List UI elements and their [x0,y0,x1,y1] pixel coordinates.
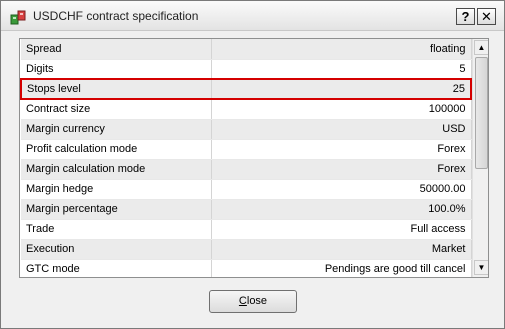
help-button[interactable]: ? [456,8,475,25]
title-bar[interactable]: USDCHF contract specification ? ✕ [1,1,504,31]
contract-spec-dialog: USDCHF contract specification ? ✕ Spread… [0,0,505,329]
spec-value: 50000.00 [211,179,472,200]
scroll-thumb[interactable] [475,57,488,169]
table-row[interactable]: Execution Market [21,239,472,260]
spec-key: Profit calculation mode [21,139,212,160]
app-icon [10,10,26,25]
spec-value: 100000 [211,99,472,120]
vertical-scrollbar[interactable]: ▲ ▼ [472,39,488,277]
close-window-button[interactable]: ✕ [477,8,496,25]
table-row[interactable]: Margin hedge 50000.00 [21,179,472,200]
table-row[interactable]: Margin calculation mode Forex [21,159,472,180]
spec-key: Spread [21,39,212,60]
close-button-mnemonic: C [238,295,247,307]
spec-key: Execution [21,239,212,260]
spec-key: Margin hedge [21,179,212,200]
spec-value: Pendings are good till cancel [211,259,472,277]
spec-value: 25 [211,78,472,100]
spec-key: Stops level [20,78,212,100]
table-row[interactable]: Digits 5 [21,59,472,80]
table-row[interactable]: Trade Full access [21,219,472,240]
table-row[interactable]: Margin percentage 100.0% [21,199,472,220]
spec-key: Margin percentage [21,199,212,220]
table-row[interactable]: Margin currency USD [21,119,472,140]
scroll-up-icon[interactable]: ▲ [474,40,488,55]
spec-key: GTC mode [21,259,212,277]
spec-value: Market [211,239,472,260]
spec-value: 5 [211,59,472,80]
spec-table: Spread floating Digits 5 Stops level 25 Contra… [20,39,472,277]
spec-value: 100.0% [211,199,472,220]
spec-value: Forex [211,159,472,180]
scroll-down-icon[interactable]: ▼ [474,260,488,275]
table-row[interactable]: Stops level 25 [20,78,472,100]
spec-key: Margin currency [21,119,212,140]
spec-value: USD [211,119,472,140]
table-row[interactable]: Profit calculation mode Forex [21,139,472,160]
spec-key: Contract size [21,99,212,120]
spec-key: Digits [21,59,212,80]
close-button-label: lose [246,295,268,307]
close-button[interactable]: Close [209,290,297,313]
spec-value: Forex [211,139,472,160]
table-row[interactable]: Spread floating [21,39,472,60]
table-row[interactable]: GTC mode Pendings are good till cancel [21,259,472,277]
table-row[interactable]: Contract size 100000 [21,99,472,120]
spec-value: Full access [211,219,472,240]
window-title: USDCHF contract specification [33,9,199,23]
spec-grid: Spread floating Digits 5 Stops level 25 Contra… [19,38,489,278]
spec-value: floating [211,39,472,60]
spec-key: Margin calculation mode [21,159,212,180]
spec-key: Trade [21,219,212,240]
